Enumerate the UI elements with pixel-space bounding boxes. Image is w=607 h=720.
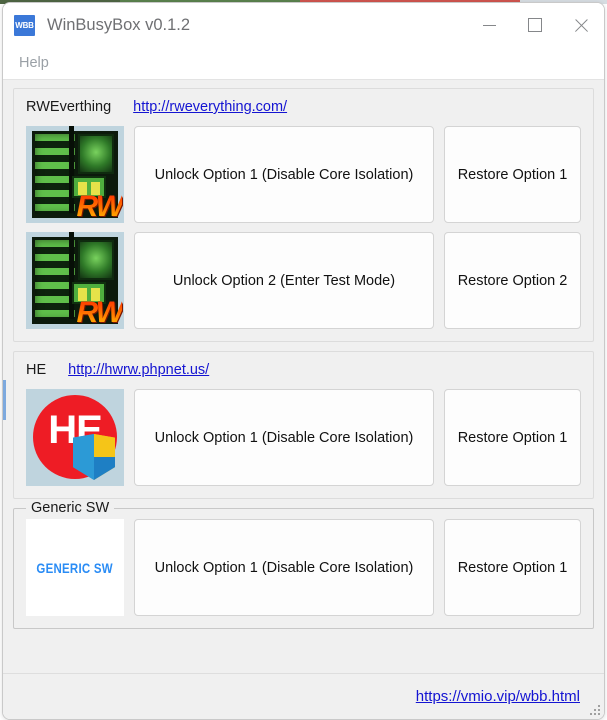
sections-container: RWEverthing http://rweverything.com/ RW … <box>3 80 604 629</box>
minimize-icon <box>482 24 496 26</box>
option-row: RW Unlock Option 2 (Enter Test Mode) Res… <box>26 232 581 329</box>
section-link-he[interactable]: http://hwrw.phpnet.us/ <box>68 362 209 378</box>
generic-sw-logo-text: GENERIC SW <box>36 559 114 576</box>
option-row: HE Unlock Option 1 (Disable Core Isolati… <box>26 389 581 486</box>
board-divider <box>69 232 74 319</box>
section-generic-sw: Generic SW GENERIC SW Unlock Option 1 (D… <box>13 500 594 629</box>
client-area: RWEverthing http://rweverything.com/ RW … <box>3 79 604 673</box>
section-title-rweverything: RWEverthing <box>26 99 112 115</box>
rweverything-logo: RW <box>26 232 124 329</box>
window-title: WinBusyBox v0.1.2 <box>47 15 191 34</box>
section-header-rweverything: RWEverthing http://rweverything.com/ <box>26 99 581 119</box>
restore-option-1-button[interactable]: Restore Option 1 <box>444 519 581 616</box>
board-divider <box>69 126 74 213</box>
app-icon-wbb: WBB <box>14 14 35 36</box>
menu-item-help[interactable]: Help <box>15 53 53 73</box>
unlock-option-1-button[interactable]: Unlock Option 1 (Disable Core Isolation) <box>134 126 434 223</box>
scroll-indicator[interactable] <box>3 380 6 420</box>
close-icon <box>574 18 589 33</box>
section-he: HE http://hwrw.phpnet.us/ HE Unlock Opti… <box>13 351 594 499</box>
status-bar: https://vmio.vip/wbb.html <box>3 673 604 719</box>
status-bar-link[interactable]: https://vmio.vip/wbb.html <box>416 688 580 705</box>
title-bar[interactable]: WBB WinBusyBox v0.1.2 <box>3 3 604 47</box>
close-button[interactable] <box>558 3 604 47</box>
section-header-he: HE http://hwrw.phpnet.us/ <box>26 362 581 382</box>
generic-sw-logo: GENERIC SW <box>26 519 124 616</box>
rweverything-logo: RW <box>26 126 124 223</box>
option-row: RW Unlock Option 1 (Disable Core Isolati… <box>26 126 581 223</box>
maximize-icon <box>528 18 542 32</box>
he-logo: HE <box>26 389 124 486</box>
restore-option-1-button[interactable]: Restore Option 1 <box>444 126 581 223</box>
menu-bar: Help <box>3 47 604 79</box>
section-header-generic-sw: Generic SW <box>26 500 115 520</box>
unlock-option-1-button[interactable]: Unlock Option 1 (Disable Core Isolation) <box>134 389 434 486</box>
resize-grip-icon[interactable] <box>589 704 601 716</box>
maximize-button[interactable] <box>512 3 558 47</box>
section-title-generic-sw: Generic SW <box>31 500 110 516</box>
section-rweverything: RWEverthing http://rweverything.com/ RW … <box>13 88 594 342</box>
option-row: GENERIC SW Unlock Option 1 (Disable Core… <box>26 519 581 616</box>
restore-option-2-button[interactable]: Restore Option 2 <box>444 232 581 329</box>
rw-logo-text: RW <box>76 190 124 223</box>
minimize-button[interactable] <box>466 3 512 47</box>
rw-logo-text: RW <box>76 296 124 329</box>
winbusybox-window: WBB WinBusyBox v0.1.2 Help RWEverthing h… <box>2 2 605 720</box>
section-link-rweverything[interactable]: http://rweverything.com/ <box>133 99 287 115</box>
window-controls <box>466 3 604 47</box>
restore-option-1-button[interactable]: Restore Option 1 <box>444 389 581 486</box>
unlock-option-2-button[interactable]: Unlock Option 2 (Enter Test Mode) <box>134 232 434 329</box>
unlock-option-1-button[interactable]: Unlock Option 1 (Disable Core Isolation) <box>134 519 434 616</box>
section-title-he: HE <box>26 362 47 378</box>
